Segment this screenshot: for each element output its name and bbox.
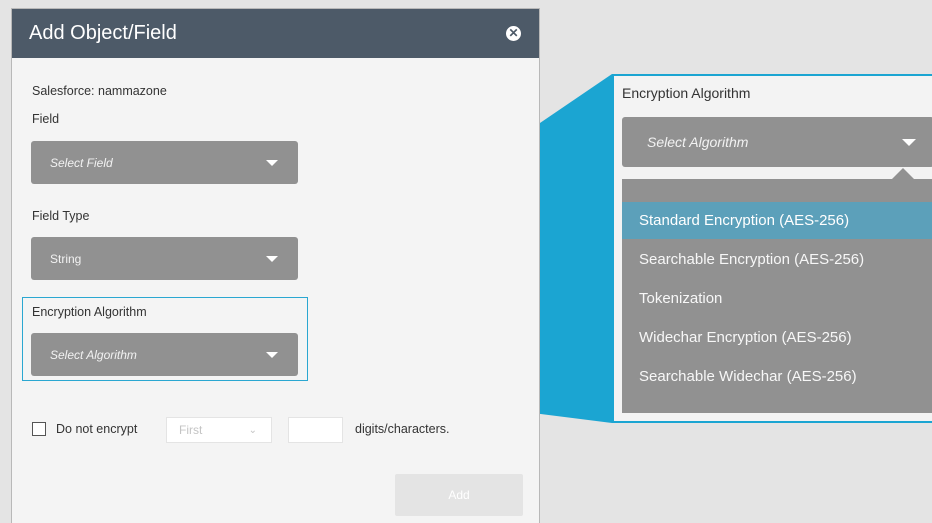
caret-down-icon xyxy=(266,159,278,166)
zoom-panel: Encryption Algorithm Select Algorithm St… xyxy=(612,74,932,423)
zoom-select-placeholder: Select Algorithm xyxy=(647,134,749,150)
field-label: Field xyxy=(32,112,60,126)
algorithm-option-tokenization[interactable]: Tokenization xyxy=(622,280,932,317)
encryption-label: Encryption Algorithm xyxy=(32,305,147,319)
digits-count-input[interactable] xyxy=(288,417,343,443)
algorithm-option-widechar[interactable]: Widechar Encryption (AES-256) xyxy=(622,319,932,356)
add-button[interactable]: Add xyxy=(395,474,523,516)
algorithm-option-searchable[interactable]: Searchable Encryption (AES-256) xyxy=(622,241,932,278)
caret-down-icon xyxy=(266,351,278,358)
encryption-select-placeholder: Select Algorithm xyxy=(50,347,137,362)
dropdown-notch xyxy=(892,168,914,179)
do-not-encrypt-checkbox[interactable] xyxy=(32,422,46,436)
add-button-label: Add xyxy=(448,488,470,502)
field-select-placeholder: Select Field xyxy=(50,155,113,170)
add-object-field-dialog: Add Object/Field ✕ Salesforce: nammazone… xyxy=(11,8,540,523)
zoom-encryption-select[interactable]: Select Algorithm xyxy=(622,117,932,167)
chevron-down-icon: ⌄ xyxy=(248,424,257,436)
field-type-select[interactable]: String xyxy=(31,237,298,280)
field-type-select-value: String xyxy=(50,251,82,266)
position-select-value: First xyxy=(179,423,203,437)
caret-down-icon xyxy=(902,138,916,146)
zoom-encryption-label: Encryption Algorithm xyxy=(622,85,751,101)
dialog-header: Add Object/Field ✕ xyxy=(12,9,539,58)
algorithm-option-searchable-widechar[interactable]: Searchable Widechar (AES-256) xyxy=(622,358,932,395)
source-text: Salesforce: nammazone xyxy=(32,84,167,98)
do-not-encrypt-label: Do not encrypt xyxy=(56,422,138,436)
position-select[interactable]: First ⌄ xyxy=(166,417,272,443)
field-type-label: Field Type xyxy=(32,209,90,223)
digits-label: digits/characters. xyxy=(355,422,450,436)
close-icon[interactable]: ✕ xyxy=(506,26,521,41)
dialog-title: Add Object/Field xyxy=(29,22,177,44)
algorithm-option-standard[interactable]: Standard Encryption (AES-256) xyxy=(622,202,932,239)
algorithm-dropdown-list: Standard Encryption (AES-256) Searchable… xyxy=(622,179,932,413)
encryption-select[interactable]: Select Algorithm xyxy=(31,333,298,376)
caret-down-icon xyxy=(266,255,278,262)
field-select[interactable]: Select Field xyxy=(31,141,298,184)
